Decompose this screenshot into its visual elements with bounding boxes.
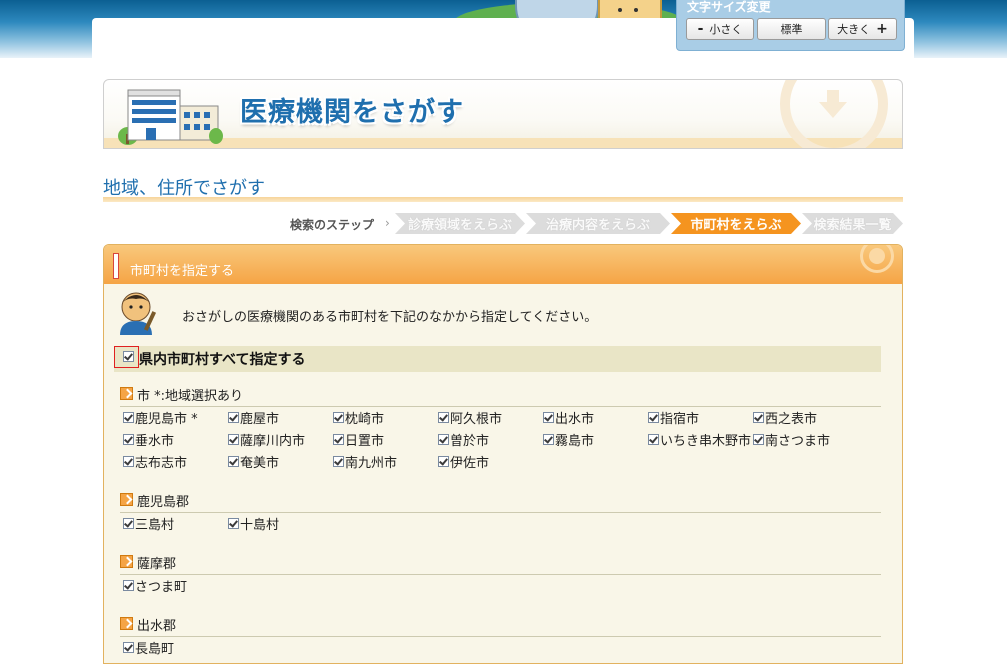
municipality-checkbox[interactable]: 日置市 <box>333 430 384 449</box>
municipality-label: 南九州市 <box>345 456 398 471</box>
instruction-text: おさがしの医療機関のある市町村を下記のなかから指定してください。 <box>182 310 598 325</box>
group-divider <box>120 574 881 575</box>
select-all-label[interactable]: 県内市町村すべて指定する <box>139 349 305 369</box>
page-header: 医療機関をさがす <box>103 79 903 149</box>
step-search-results: 検索結果一覧 <box>802 213 903 234</box>
down-arrow-icon <box>819 90 847 118</box>
municipality-label: さつま町 <box>135 580 188 595</box>
group-title: 鹿児島郡 <box>137 495 190 510</box>
minus-icon: - <box>697 21 704 37</box>
municipality-checkbox[interactable]: 薩摩川内市 <box>228 430 305 449</box>
municipality-checkbox[interactable]: 垂水市 <box>123 430 174 449</box>
hospital-building-icon <box>118 89 223 145</box>
municipality-checkbox[interactable]: 南さつま市 <box>753 430 830 449</box>
municipality-checkbox[interactable]: 奄美市 <box>228 452 279 471</box>
group-arrow-icon <box>120 493 133 506</box>
municipality-checkbox[interactable]: 出水市 <box>543 408 594 427</box>
font-small-label: 小さく <box>709 23 743 36</box>
steps-label: 検索のステップ <box>290 218 375 232</box>
font-size-panel: 文字サイズ変更 - 小さく 標準 大きく + <box>676 0 905 51</box>
municipality-label: 枕崎市 <box>345 412 385 427</box>
step-label: 検索結果一覧 <box>813 218 892 233</box>
municipality-checkbox[interactable]: 伊佐市 <box>438 452 489 471</box>
municipality-label: 南さつま市 <box>765 434 831 449</box>
municipality-label: 鹿屋市 <box>240 412 280 427</box>
step-select-field: 診療領域をえらぶ <box>395 213 525 234</box>
plus-icon: + <box>876 21 888 37</box>
municipality-checkbox[interactable]: 三島村 <box>123 514 174 533</box>
municipality-checkbox[interactable]: 枕崎市 <box>333 408 384 427</box>
group-arrow-icon <box>120 617 133 630</box>
group-arrow-icon <box>120 387 133 400</box>
group-divider <box>120 512 881 513</box>
municipality-checkbox[interactable]: 鹿屋市 <box>228 408 279 427</box>
subtitle-underline <box>103 197 903 202</box>
municipality-checkbox[interactable]: 鹿児島市 * <box>123 408 198 427</box>
municipality-label: 西之表市 <box>765 412 818 427</box>
municipality-checkbox[interactable]: 南九州市 <box>333 452 397 471</box>
group-title: 出水郡 <box>137 619 177 634</box>
section-title: 市町村を指定する <box>130 264 235 279</box>
font-large-label: 大きく <box>837 23 871 36</box>
font-normal-label: 標準 <box>780 23 803 36</box>
municipality-label: 出水市 <box>555 412 595 427</box>
municipality-label: 薩摩川内市 <box>240 434 306 449</box>
highlight-box <box>114 346 139 368</box>
step-label: 治療内容をえらぶ <box>545 218 650 233</box>
municipality-checkbox[interactable]: 長島町 <box>123 638 174 657</box>
font-small-button[interactable]: - 小さく <box>686 18 754 40</box>
group-title: 市 *:地域選択あり <box>137 389 244 404</box>
municipality-label: 指宿市 <box>660 412 700 427</box>
municipality-label: 十島村 <box>240 518 280 533</box>
municipality-section: 市町村を指定する おさがしの医療機関のある市町村を下記のなかから指定してください… <box>103 244 903 664</box>
municipality-label: 鹿児島市 * <box>135 412 198 427</box>
municipality-label: 曽於市 <box>450 434 490 449</box>
municipality-label: 霧島市 <box>555 434 595 449</box>
municipality-label: 垂水市 <box>135 434 175 449</box>
step-select-treatment: 治療内容をえらぶ <box>526 213 670 234</box>
section-header: 市町村を指定する <box>104 245 902 284</box>
step-select-municipality: 市町村をえらぶ <box>671 213 801 234</box>
municipality-label: いちき串木野市 <box>660 434 752 449</box>
municipality-label: 長島町 <box>135 642 175 657</box>
municipality-checkbox[interactable]: 曽於市 <box>438 430 489 449</box>
font-normal-button[interactable]: 標準 <box>757 18 826 40</box>
municipality-label: 奄美市 <box>240 456 280 471</box>
group-title: 薩摩郡 <box>137 557 177 572</box>
municipality-label: 日置市 <box>345 434 385 449</box>
font-size-title: 文字サイズ変更 <box>687 0 771 14</box>
group-divider <box>120 636 881 637</box>
font-large-button[interactable]: 大きく + <box>828 18 897 40</box>
municipality-checkbox[interactable]: 十島村 <box>228 514 279 533</box>
municipality-label: 三島村 <box>135 518 175 533</box>
municipality-checkbox[interactable]: 指宿市 <box>648 408 699 427</box>
municipality-label: 伊佐市 <box>450 456 490 471</box>
municipality-checkbox[interactable]: 西之表市 <box>753 408 817 427</box>
municipality-checkbox[interactable]: さつま町 <box>123 576 187 595</box>
section-header-bar <box>113 253 119 279</box>
chevron-right-icon: › <box>385 216 390 230</box>
municipality-label: 阿久根市 <box>450 412 503 427</box>
down-circle-icon <box>860 245 894 273</box>
municipality-checkbox[interactable]: いちき串木野市 <box>648 430 751 449</box>
municipality-checkbox[interactable]: 霧島市 <box>543 430 594 449</box>
page-title: 医療機関をさがす <box>240 97 464 128</box>
step-label: 診療領域をえらぶ <box>407 218 512 233</box>
guide-character-icon <box>120 292 157 335</box>
municipality-checkbox[interactable]: 志布志市 <box>123 452 187 471</box>
municipality-checkbox[interactable]: 阿久根市 <box>438 408 502 427</box>
step-label: 市町村をえらぶ <box>690 218 782 233</box>
group-divider <box>120 406 881 407</box>
municipality-label: 志布志市 <box>135 456 188 471</box>
group-arrow-icon <box>120 555 133 568</box>
